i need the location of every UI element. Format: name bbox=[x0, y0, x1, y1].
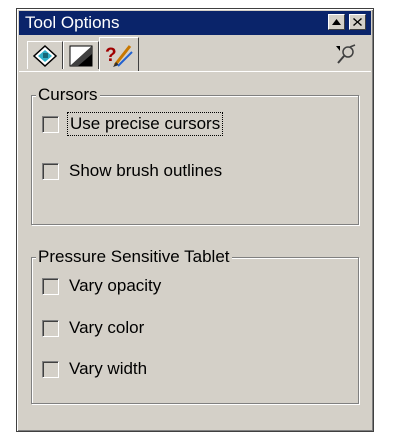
vary-width-label[interactable]: Vary width bbox=[69, 359, 147, 379]
vary-opacity-label[interactable]: Vary opacity bbox=[69, 276, 161, 296]
vary-width-checkbox[interactable] bbox=[42, 360, 59, 378]
window-title: Tool Options bbox=[25, 13, 120, 32]
tab-fill[interactable] bbox=[27, 41, 63, 69]
precise-cursors-checkbox[interactable] bbox=[42, 115, 59, 133]
vary-width-option[interactable]: Vary width bbox=[42, 357, 147, 381]
tab-strip: ? bbox=[19, 35, 371, 71]
maximize-button[interactable] bbox=[328, 14, 345, 30]
brush-outlines-checkbox[interactable] bbox=[42, 162, 59, 180]
title-bar[interactable]: Tool Options bbox=[19, 11, 371, 35]
brush-settings-icon: ? bbox=[105, 45, 133, 67]
precise-cursors-option[interactable]: Use precise cursors bbox=[42, 112, 224, 136]
precise-cursors-label[interactable]: Use precise cursors bbox=[66, 112, 224, 136]
pressure-tablet-group: Pressure Sensitive Tablet Vary opacity V… bbox=[31, 247, 359, 404]
vary-color-checkbox[interactable] bbox=[42, 319, 59, 337]
tool-options-panel: Tool Options ? Cursors Use precise curso… bbox=[16, 8, 374, 432]
triangle-up-icon bbox=[332, 19, 341, 25]
tab-brush-settings[interactable]: ? bbox=[99, 37, 139, 71]
tab-gradient[interactable] bbox=[63, 41, 99, 69]
close-button[interactable] bbox=[349, 14, 366, 30]
brush-outlines-label[interactable]: Show brush outlines bbox=[69, 161, 222, 181]
pin-options-icon[interactable] bbox=[333, 43, 357, 65]
cursors-group: Cursors Use precise cursors Show brush o… bbox=[31, 85, 359, 225]
brush-outlines-option[interactable]: Show brush outlines bbox=[42, 159, 222, 183]
cursors-group-label: Cursors bbox=[36, 85, 100, 105]
close-icon bbox=[353, 18, 362, 26]
gradient-icon bbox=[69, 45, 93, 66]
vary-color-label[interactable]: Vary color bbox=[69, 318, 144, 338]
pressure-tablet-group-label: Pressure Sensitive Tablet bbox=[36, 247, 232, 267]
options-content: Cursors Use precise cursors Show brush o… bbox=[19, 71, 371, 429]
vary-color-option[interactable]: Vary color bbox=[42, 316, 144, 340]
paint-bucket-icon bbox=[32, 44, 58, 67]
vary-opacity-option[interactable]: Vary opacity bbox=[42, 274, 161, 298]
vary-opacity-checkbox[interactable] bbox=[42, 277, 59, 295]
